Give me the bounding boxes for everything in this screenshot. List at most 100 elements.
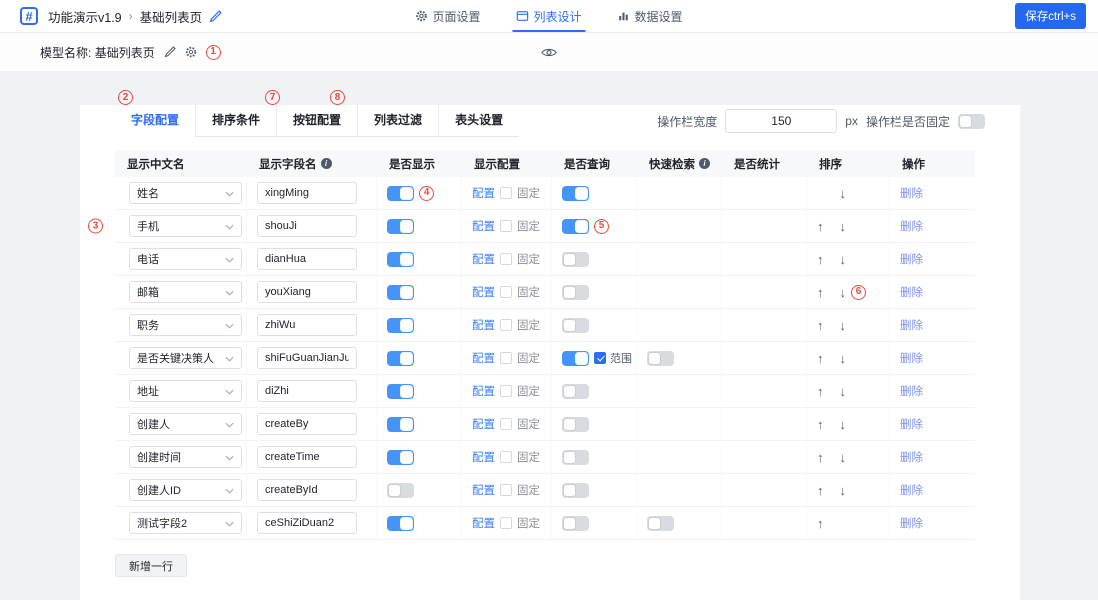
tab-sort-condition[interactable]: 排序条件 <box>195 105 277 137</box>
show-toggle[interactable] <box>387 383 414 399</box>
fixed-checkbox[interactable] <box>500 220 512 232</box>
fixed-checkbox[interactable] <box>500 286 512 298</box>
sort-up-icon[interactable]: ↑ <box>817 516 824 531</box>
show-toggle[interactable] <box>387 482 414 498</box>
sort-up-icon[interactable]: ↑ <box>817 483 824 498</box>
sort-up-icon[interactable]: ↑ <box>817 318 824 333</box>
field-name-input[interactable] <box>257 347 357 369</box>
query-toggle[interactable] <box>562 416 589 432</box>
fixed-checkbox[interactable] <box>500 517 512 529</box>
sort-down-icon[interactable]: ↓ <box>840 318 847 333</box>
sort-down-icon[interactable]: ↓ <box>840 417 847 432</box>
cn-name-select[interactable]: 姓名 <box>129 182 242 204</box>
nav-tab-data-settings[interactable]: 数据设置 <box>618 0 683 32</box>
fixed-checkbox[interactable] <box>500 451 512 463</box>
show-toggle[interactable] <box>387 284 414 300</box>
config-link[interactable]: 配置 <box>472 251 495 267</box>
field-name-input[interactable] <box>257 512 357 534</box>
config-link[interactable]: 配置 <box>472 383 495 399</box>
field-name-input[interactable] <box>257 182 357 204</box>
query-toggle[interactable] <box>562 383 589 399</box>
save-button[interactable]: 保存ctrl+s <box>1015 3 1086 29</box>
sort-up-icon[interactable]: ↑ <box>817 285 824 300</box>
delete-link[interactable]: 删除 <box>900 218 923 234</box>
delete-link[interactable]: 删除 <box>900 416 923 432</box>
delete-link[interactable]: 删除 <box>900 317 923 333</box>
config-link[interactable]: 配置 <box>472 416 495 432</box>
fixed-checkbox[interactable] <box>500 484 512 496</box>
edit-model-name-icon[interactable] <box>164 46 176 58</box>
model-settings-gear-icon[interactable] <box>185 46 197 58</box>
fixed-checkbox[interactable] <box>500 187 512 199</box>
query-toggle[interactable] <box>562 317 589 333</box>
config-link[interactable]: 配置 <box>472 482 495 498</box>
cn-name-select[interactable]: 职务 <box>129 314 242 336</box>
query-toggle[interactable] <box>562 185 589 201</box>
delete-link[interactable]: 删除 <box>900 482 923 498</box>
field-name-input[interactable] <box>257 281 357 303</box>
sort-down-icon[interactable]: ↓ <box>840 351 847 366</box>
query-toggle[interactable] <box>562 284 589 300</box>
fixed-checkbox[interactable] <box>500 418 512 430</box>
field-name-input[interactable] <box>257 479 357 501</box>
info-icon[interactable]: i <box>699 158 710 169</box>
config-link[interactable]: 配置 <box>472 449 495 465</box>
sort-up-icon[interactable]: ↑ <box>817 351 824 366</box>
quick-search-toggle[interactable] <box>647 515 674 531</box>
add-row-button[interactable]: 新增一行 <box>115 554 187 577</box>
sort-up-icon[interactable]: ↑ <box>817 450 824 465</box>
sort-down-icon[interactable]: ↓ <box>840 252 847 267</box>
cn-name-select[interactable]: 创建人 <box>129 413 242 435</box>
query-toggle[interactable] <box>562 251 589 267</box>
config-link[interactable]: 配置 <box>472 317 495 333</box>
field-name-input[interactable] <box>257 248 357 270</box>
nav-tab-list-design[interactable]: 列表设计 <box>512 0 586 32</box>
sort-down-icon[interactable]: ↓ <box>840 219 847 234</box>
config-link[interactable]: 配置 <box>472 185 495 201</box>
field-name-input[interactable] <box>257 215 357 237</box>
query-toggle[interactable] <box>562 449 589 465</box>
show-toggle[interactable] <box>387 515 414 531</box>
sort-down-icon[interactable]: ↓ <box>840 384 847 399</box>
show-toggle[interactable] <box>387 416 414 432</box>
config-link[interactable]: 配置 <box>472 218 495 234</box>
action-width-input[interactable] <box>725 109 838 133</box>
field-name-input[interactable] <box>257 380 357 402</box>
tab-list-filter[interactable]: 列表过滤 <box>357 105 439 137</box>
show-toggle[interactable] <box>387 317 414 333</box>
edit-title-icon[interactable] <box>209 9 222 23</box>
query-toggle[interactable] <box>562 515 589 531</box>
config-link[interactable]: 配置 <box>472 284 495 300</box>
show-toggle[interactable] <box>387 449 414 465</box>
range-checkbox[interactable] <box>594 352 606 364</box>
cn-name-select[interactable]: 手机 <box>129 215 242 237</box>
delete-link[interactable]: 删除 <box>900 515 923 531</box>
show-toggle[interactable] <box>387 185 414 201</box>
delete-link[interactable]: 删除 <box>900 350 923 366</box>
cn-name-select[interactable]: 是否关键决策人 <box>129 347 242 369</box>
sort-up-icon[interactable]: ↑ <box>817 417 824 432</box>
cn-name-select[interactable]: 电话 <box>129 248 242 270</box>
query-toggle[interactable] <box>562 218 589 234</box>
field-name-input[interactable] <box>257 413 357 435</box>
preview-eye-icon[interactable] <box>541 46 558 59</box>
delete-link[interactable]: 删除 <box>900 449 923 465</box>
delete-link[interactable]: 删除 <box>900 284 923 300</box>
delete-link[interactable]: 删除 <box>900 251 923 267</box>
action-fixed-toggle[interactable] <box>958 113 985 129</box>
show-toggle[interactable] <box>387 251 414 267</box>
sort-up-icon[interactable]: ↑ <box>817 384 824 399</box>
show-toggle[interactable] <box>387 218 414 234</box>
cn-name-select[interactable]: 创建时间 <box>129 446 242 468</box>
cn-name-select[interactable]: 创建人ID <box>129 479 242 501</box>
cn-name-select[interactable]: 测试字段2 <box>129 512 242 534</box>
sort-up-icon[interactable]: ↑ <box>817 252 824 267</box>
tab-field-config[interactable]: 字段配置 <box>115 105 196 137</box>
show-toggle[interactable] <box>387 350 414 366</box>
app-logo-icon[interactable]: # <box>20 7 38 25</box>
sort-down-icon[interactable]: ↓ <box>840 450 847 465</box>
query-toggle[interactable] <box>562 350 589 366</box>
fixed-checkbox[interactable] <box>500 385 512 397</box>
cn-name-select[interactable]: 邮箱 <box>129 281 242 303</box>
fixed-checkbox[interactable] <box>500 253 512 265</box>
